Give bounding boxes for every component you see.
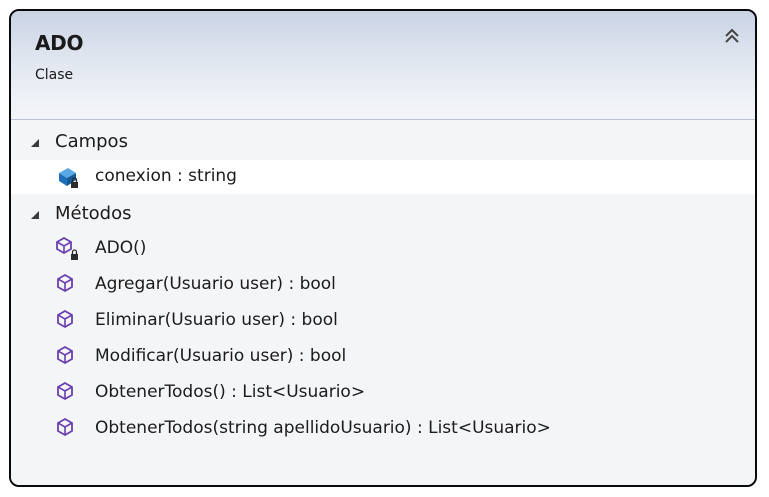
class-body: Campos conexion : string Métodos ADO() A… — [11, 120, 755, 485]
method-row-ado[interactable]: ADO() — [11, 232, 755, 266]
section-fields-header[interactable]: Campos — [11, 128, 755, 158]
method-row-obtenertodos-apellido[interactable]: ObtenerTodos(string apellidoUsuario) : L… — [11, 412, 755, 446]
expand-triangle-icon[interactable] — [30, 138, 40, 148]
public-method-icon — [57, 345, 73, 365]
class-name: ADO — [35, 31, 84, 55]
field-row-conexion[interactable]: conexion : string — [11, 160, 755, 194]
public-method-icon — [57, 273, 73, 293]
private-method-icon — [56, 236, 78, 260]
method-row-agregar[interactable]: Agregar(Usuario user) : bool — [11, 268, 755, 302]
section-methods-header[interactable]: Métodos — [11, 200, 755, 230]
private-field-icon — [59, 168, 78, 188]
method-row-eliminar[interactable]: Eliminar(Usuario user) : bool — [11, 304, 755, 338]
method-row-obtenertodos[interactable]: ObtenerTodos() : List<Usuario> — [11, 376, 755, 410]
section-methods-label: Métodos — [55, 203, 132, 224]
class-header[interactable]: ADO Clase — [11, 11, 755, 120]
public-method-icon — [57, 417, 73, 437]
class-shape[interactable]: ADO Clase Campos conexion : string Métod… — [9, 9, 757, 487]
method-signature: ObtenerTodos(string apellidoUsuario) : L… — [95, 418, 551, 438]
field-signature: conexion : string — [95, 166, 237, 186]
method-signature: ADO() — [95, 238, 147, 258]
method-signature: Agregar(Usuario user) : bool — [95, 274, 336, 294]
method-signature: ObtenerTodos() : List<Usuario> — [95, 382, 366, 402]
section-fields-label: Campos — [55, 131, 128, 152]
method-signature: Modificar(Usuario user) : bool — [95, 346, 347, 366]
expand-triangle-icon[interactable] — [30, 210, 40, 220]
method-signature: Eliminar(Usuario user) : bool — [95, 310, 338, 330]
collapse-chevron-icon[interactable] — [721, 25, 743, 47]
class-kind-label: Clase — [35, 67, 74, 83]
public-method-icon — [57, 309, 73, 329]
public-method-icon — [57, 381, 73, 401]
method-row-modificar[interactable]: Modificar(Usuario user) : bool — [11, 340, 755, 374]
